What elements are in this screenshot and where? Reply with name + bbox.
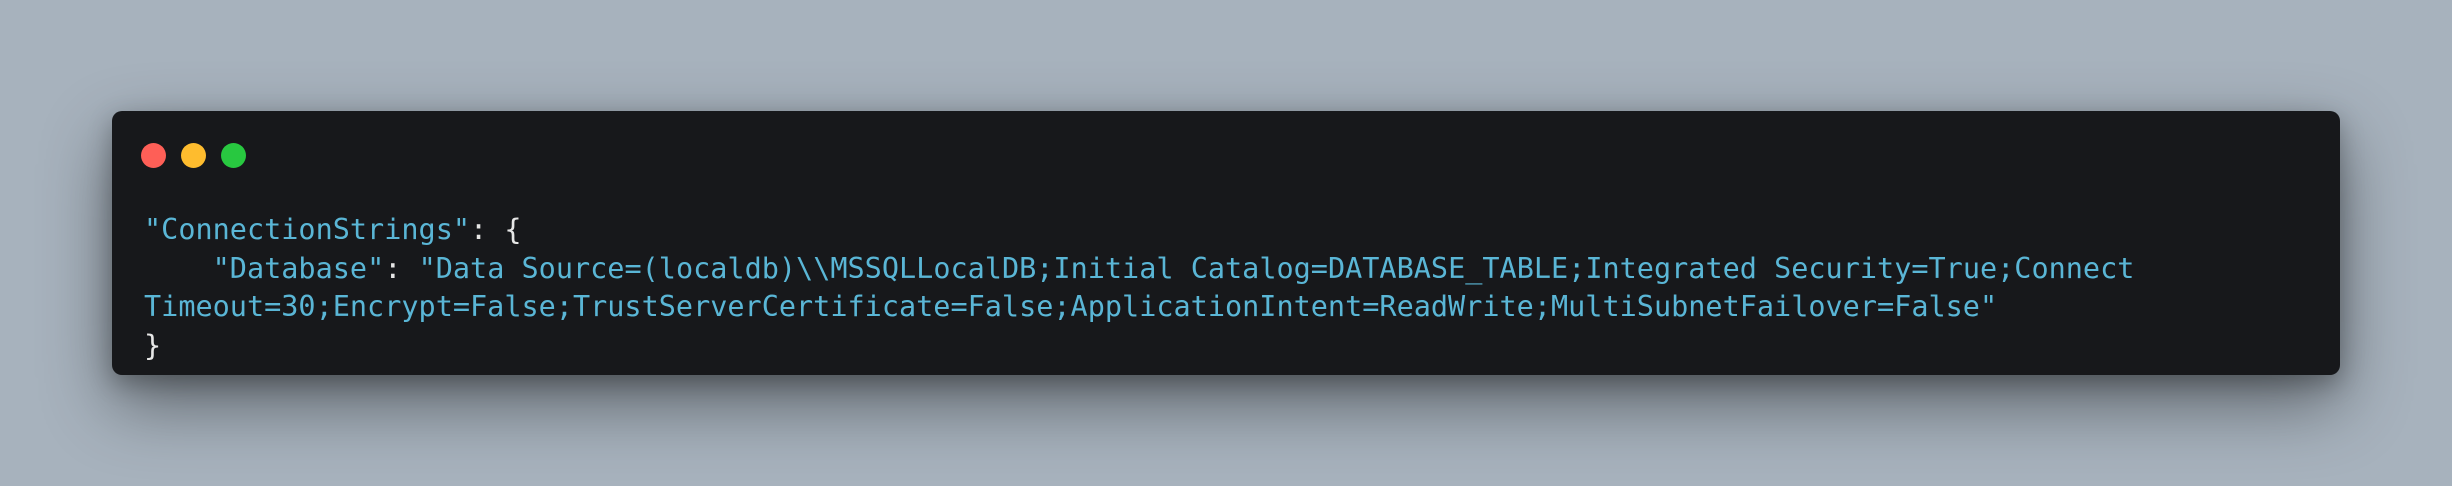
database-key: "Database" (212, 251, 385, 285)
code-block: "ConnectionStrings": { "Database": "Data… (144, 211, 2134, 365)
object-open: : { (470, 213, 522, 246)
zoom-dot-icon[interactable] (221, 143, 246, 168)
connection-string-value-part-1: "Data Source=(localdb)\\MSSQLLocalDB;Ini… (418, 251, 2135, 285)
code-line-2: "Database": "Data Source=(localdb)\\MSSQ… (144, 251, 2135, 285)
code-line-1: "ConnectionStrings": { (144, 213, 522, 246)
colon: : (384, 251, 419, 285)
connection-string-value-part-2: Timeout=30;Encrypt=False;TrustServerCert… (144, 290, 1998, 323)
window-controls (141, 143, 246, 168)
minimize-dot-icon[interactable] (181, 143, 206, 168)
close-dot-icon[interactable] (141, 143, 166, 168)
connection-strings-key: "ConnectionStrings" (144, 213, 471, 246)
code-window: "ConnectionStrings": { "Database": "Data… (112, 111, 2340, 375)
object-close: } (144, 328, 162, 362)
